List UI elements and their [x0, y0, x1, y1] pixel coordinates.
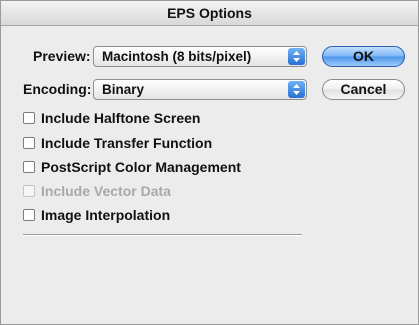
preview-value: Macintosh (8 bits/pixel): [102, 49, 252, 64]
preview-select[interactable]: Macintosh (8 bits/pixel): [93, 46, 307, 67]
checkbox-label: PostScript Color Management: [41, 159, 241, 175]
encoding-select[interactable]: Binary: [93, 79, 307, 100]
cancel-button[interactable]: Cancel: [322, 79, 405, 100]
preview-label: Preview:: [33, 48, 91, 64]
checkbox-box[interactable]: [23, 112, 35, 124]
eps-options-dialog: EPS Options Preview: Macintosh (8 bits/p…: [0, 0, 419, 325]
encoding-value: Binary: [102, 82, 145, 97]
checkbox-label: Image Interpolation: [41, 207, 171, 223]
checkbox-box: [23, 185, 35, 197]
select-arrows-icon: [288, 81, 305, 98]
window-title: EPS Options: [167, 5, 252, 21]
checkbox-box[interactable]: [23, 137, 35, 149]
select-arrows-icon: [288, 48, 305, 65]
checkbox-box[interactable]: [23, 161, 35, 173]
separator-line: [23, 234, 302, 236]
checkbox-label: Include Vector Data: [41, 183, 171, 199]
checkbox-label: Include Transfer Function: [41, 135, 213, 151]
title-bar[interactable]: EPS Options: [1, 1, 418, 26]
ok-button[interactable]: OK: [322, 46, 405, 67]
checkbox-box[interactable]: [23, 209, 35, 221]
checkbox-label: Include Halftone Screen: [41, 110, 201, 126]
encoding-label: Encoding:: [23, 81, 92, 97]
